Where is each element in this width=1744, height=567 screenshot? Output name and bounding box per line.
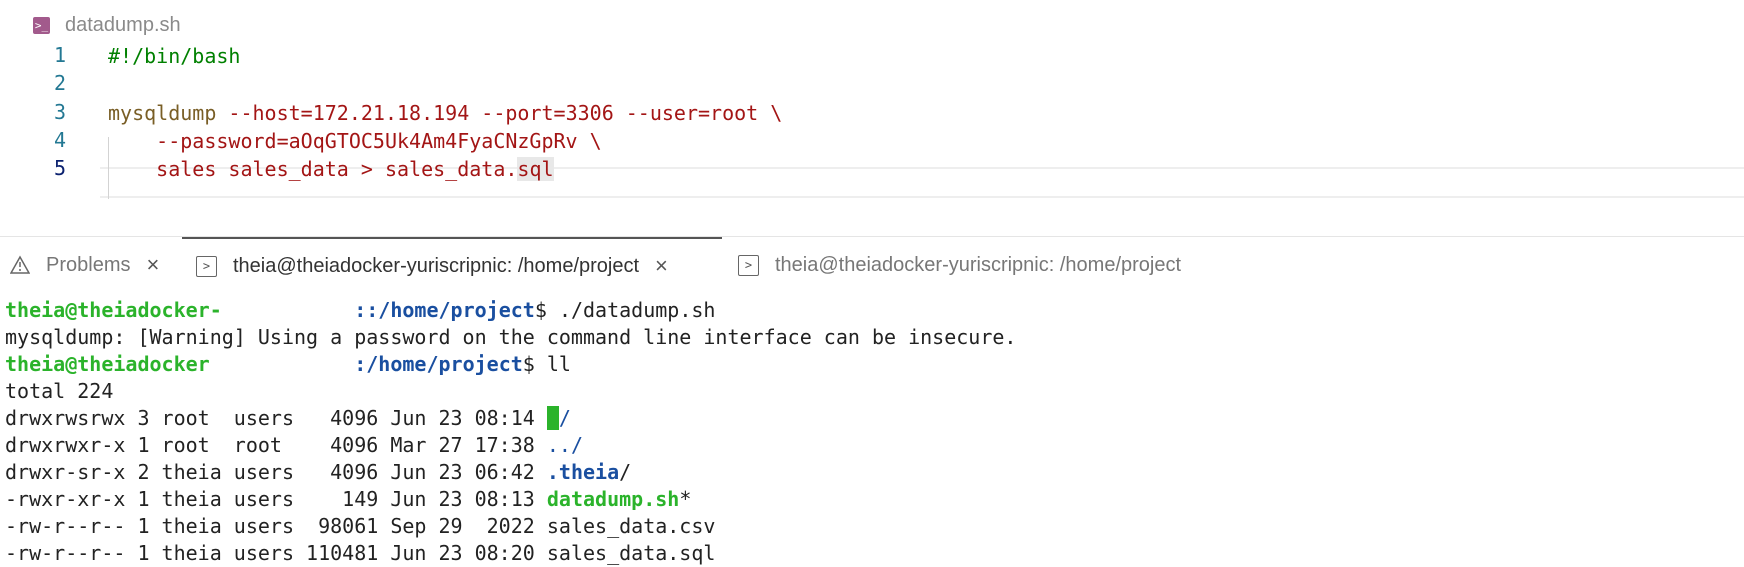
listing-row: drwxr-sr-x 2 theia users 4096 Jun 23 06:… (5, 459, 631, 486)
listing-meta: drwxr-sr-x 2 theia users 4096 Jun 23 06:… (5, 460, 547, 484)
prompt-dollar: $ (522, 352, 547, 376)
listing-name: sales_data.sql (546, 541, 716, 565)
listing-suffix: * (679, 487, 692, 511)
prompt-separator: :: (354, 298, 379, 322)
terminal-icon: > (738, 254, 759, 276)
listing-meta: -rw-r--r-- 1 theia users 110481 Jun 23 0… (5, 541, 547, 565)
listing-row: drwxrwsrwx 3 root users 4096 Jun 23 08:1… (5, 405, 571, 432)
file-name: datadump.sh (65, 13, 181, 36)
listing-row: -rw-r--r-- 1 theia users 98061 Sep 29 20… (5, 513, 715, 540)
listing-suffix: / (570, 433, 583, 457)
line-number: 2 (53, 71, 67, 95)
listing-row: drwxrwxr-x 1 root root 4096 Mar 27 17:38… (5, 432, 583, 459)
prompt-path: /home/project (378, 298, 535, 322)
listing-name: sales_data.csv (546, 514, 716, 538)
listing-suffix: / (619, 460, 632, 484)
code-text: sales sales_data > sales_data. (108, 157, 518, 181)
selected-word: sql (517, 157, 554, 181)
terminal[interactable]: theia@theiadocker- ::/home/project$ ./da… (0, 293, 1744, 567)
tab-label: Problems (46, 253, 131, 276)
listing-suffix: / (558, 406, 571, 430)
prompt-path: /home/project (366, 352, 523, 376)
terminal-icon: > (196, 255, 217, 277)
tab-terminal[interactable]: > theia@theiadocker-yuriscripnic: /home/… (738, 237, 1181, 293)
prompt-separator: : (354, 352, 367, 376)
listing-row: -rw-r--r-- 1 theia users 110481 Jun 23 0… (5, 540, 715, 567)
prompt-user: theia@theiadocker- (5, 298, 222, 322)
prompt-user: theia@theiadocker (5, 352, 210, 376)
listing-row: -rwxr-xr-x 1 theia users 149 Jun 23 08:1… (5, 486, 691, 513)
code-line[interactable]: --password=aOqGTOC5Uk4Am4FyaCNzGpRv \ (108, 126, 602, 156)
code-editor[interactable]: >_ datadump.sh 1 2 3 4 5 #!/bin/bash mys… (0, 0, 1744, 236)
code-line[interactable]: sales sales_data > sales_data.sql (108, 154, 554, 184)
listing-meta: -rwxr-xr-x 1 theia users 149 Jun 23 08:1… (5, 487, 547, 511)
warning-icon (9, 255, 31, 275)
terminal-command: ll (546, 352, 571, 376)
terminal-line: theia@theiadocker :/home/project$ ll (5, 351, 571, 378)
prompt-host (222, 298, 354, 322)
listing-meta: -rw-r--r-- 1 theia users 98061 Sep 29 20… (5, 514, 547, 538)
tab-label: theia@theiadocker-yuriscripnic: /home/pr… (775, 253, 1182, 276)
listing-meta: drwxrwxr-x 1 root root 4096 Mar 27 17:38 (5, 433, 547, 457)
terminal-command: ./datadump.sh (558, 298, 716, 322)
code-args: --host=172.21.18.194 --port=3306 --user=… (216, 101, 783, 125)
prompt-dollar: $ (534, 298, 559, 322)
tab-problems[interactable]: Problems × (9, 237, 159, 293)
shell-file-icon: >_ (33, 16, 50, 34)
listing-name: .theia (546, 460, 620, 484)
line-number: 5 (53, 156, 67, 180)
listing-name: datadump.sh (546, 487, 680, 511)
close-icon[interactable]: × (146, 252, 159, 278)
code-line[interactable]: mysqldump --host=172.21.18.194 --port=33… (108, 98, 782, 128)
listing-name: .. (546, 433, 571, 457)
code-line[interactable]: #!/bin/bash (108, 41, 240, 71)
line-number: 4 (53, 128, 67, 152)
cursor-block: . (546, 406, 559, 430)
tab-label: theia@theiadocker-yuriscripnic: /home/pr… (233, 254, 640, 277)
terminal-output: mysqldump: [Warning] Using a password on… (5, 325, 1017, 349)
line-number: 3 (53, 100, 67, 124)
close-icon[interactable]: × (655, 253, 668, 279)
breadcrumb[interactable]: >_ datadump.sh (33, 12, 181, 38)
listing-meta: drwxrwsrwx 3 root users 4096 Jun 23 08:1… (5, 406, 547, 430)
terminal-output: total 224 (5, 379, 114, 403)
bottom-panel-tabs: Problems × > theia@theiadocker-yuriscrip… (0, 237, 1744, 293)
terminal-line: theia@theiadocker- ::/home/project$ ./da… (5, 297, 715, 324)
tab-terminal-active[interactable]: > theia@theiadocker-yuriscripnic: /home/… (182, 237, 722, 293)
line-number: 1 (53, 43, 67, 67)
code-command: mysqldump (108, 101, 217, 125)
prompt-host (210, 352, 355, 376)
